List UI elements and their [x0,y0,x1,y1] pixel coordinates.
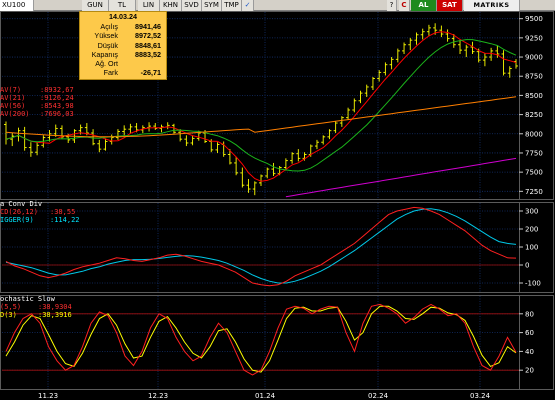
legend-label: AV(200) [0,110,30,118]
legend-label: AV(7) [0,86,22,94]
legend-value: :38,3916 [38,311,72,319]
legend-label: D(3) [0,311,17,319]
stoch-y-tick-label: 40 [525,348,534,356]
price-y-tick-label: 8250 [525,111,543,119]
legend-av200: AV(200) :7696,03 [0,110,74,118]
legend-av7: AV(7) :8932,67 [0,86,74,94]
legend-stoch-k: (5,5) :38,9304 [0,303,72,311]
av56-line [5,96,517,138]
macd-trigger-line [5,208,517,284]
price-y-tick-label: 9000 [525,54,543,62]
stoch-title: ochastic Slow [0,295,55,303]
x-tick-label: 03.24 [470,392,491,400]
popup-label: Düşük [97,40,118,50]
matriks-button[interactable]: MATRIKS [464,0,520,11]
chart-window: XU100 GUN TL LIN KHN SVD SYM TMP ✓ ? C A… [0,0,555,400]
legend-trigger: IGGER(9) :114,22 [0,216,80,224]
price-y-tick-label: 8750 [525,73,543,81]
price-y-tick-label: 9250 [525,34,543,42]
popup-label: Açılış [100,22,118,31]
price-y-tick-label: 8500 [525,92,543,100]
popup-row-open: Açılış 8941,46 [80,22,166,31]
macd-y-tick-label: 0 [525,262,529,270]
popup-row-weighted-avg: Ağ. Ort [80,59,166,68]
linear-scale-button[interactable]: LIN [138,0,160,11]
legend-stoch-d: D(3) :38,3916 [0,311,72,319]
popup-value: 8848,61 [135,40,161,50]
legend-label: (5,5) [0,303,22,311]
macd-line [5,206,517,287]
legend-value: :38,55 [50,208,76,216]
popup-value: 8941,46 [135,22,161,31]
buy-button[interactable]: AL [411,0,437,11]
price-y-tick-label: 7250 [525,188,543,196]
popup-label: Kapanış [91,49,118,59]
popup-row-close: Kapanış 8883,52 [80,50,166,59]
help-button[interactable]: ? [387,0,397,11]
price-y-tick-label: 7500 [525,169,543,177]
popup-row-high: Yüksek 8972,52 [80,31,166,40]
price-y-tick-label: 9500 [525,15,543,23]
popup-date: 14.03.24 [109,12,137,21]
svd-button[interactable]: SVD [182,0,202,11]
period-button-daily[interactable]: GUN [82,0,109,11]
macd-y-tick-label: 300 [525,208,538,216]
legend-value: :8543,98 [40,102,74,110]
macd-title: a Conv Div [0,200,43,208]
legend-value: :8932,67 [40,86,74,94]
x-tick-label: 02.24 [368,392,389,400]
legend-av56: AV(56) :8543,98 [0,102,74,110]
symbol-field[interactable]: XU100 [0,0,34,11]
volume-button[interactable]: KHN [160,0,182,11]
popup-value: 8883,52 [135,49,161,59]
popup-label: Fark [103,68,118,78]
stoch-d-line [5,305,517,373]
popup-row-low: Düşük 8848,61 [80,41,166,50]
currency-button[interactable]: TL [109,0,136,11]
price-info-popup: 14.03.24 Açılış 8941,46 Yüksek 8972,52 Düş… [79,11,167,80]
macd-y-tick-label: 200 [525,226,538,234]
legend-label: IGGER(9) [0,216,34,224]
legend-value: :114,22 [50,216,80,224]
x-tick-label: 12.23 [148,392,168,400]
price-y-tick-label: 8000 [525,130,543,138]
legend-macd: CD(26,12) :38,55 [0,208,75,216]
stoch-y-tick-label: 80 [525,310,534,318]
av200-line [285,157,517,198]
legend-value: :7696,03 [40,110,74,118]
toolbar: XU100 GUN TL LIN KHN SVD SYM TMP ✓ ? C A… [0,0,555,11]
macd-y-tick-label: 100 [525,244,538,252]
legend-label: AV(56) [0,102,26,110]
sym-button[interactable]: SYM [202,0,222,11]
x-tick-label: 01.24 [255,392,276,400]
close-position-button[interactable]: C [399,0,410,11]
legend-label: CD(26,12) [0,208,38,216]
macd-panel [0,202,554,293]
stoch-y-tick-label: 20 [525,367,534,375]
twitter-icon[interactable]: ✓ [242,0,254,11]
stoch-y-tick-label: 60 [525,329,534,337]
legend-value: :38,9304 [38,303,72,311]
popup-label: Ağ. Ort [95,59,118,69]
stoch-k-line [5,303,517,376]
legend-value: :9126,24 [40,94,74,102]
sell-button[interactable]: SAT [437,0,463,11]
template-button[interactable]: TMP [222,0,242,11]
popup-label: Yüksek [94,31,118,41]
popup-row-change: Fark -26,71 [80,68,166,77]
price-y-tick-label: 7750 [525,149,543,157]
legend-label: AV(21) [0,94,26,102]
popup-value: 8972,52 [135,31,161,41]
macd-y-tick-label: -100 [525,280,541,288]
legend-av21: AV(21) :9126,24 [0,94,74,102]
x-tick-label: 11.23 [38,392,58,400]
popup-value: -26,71 [140,68,161,78]
